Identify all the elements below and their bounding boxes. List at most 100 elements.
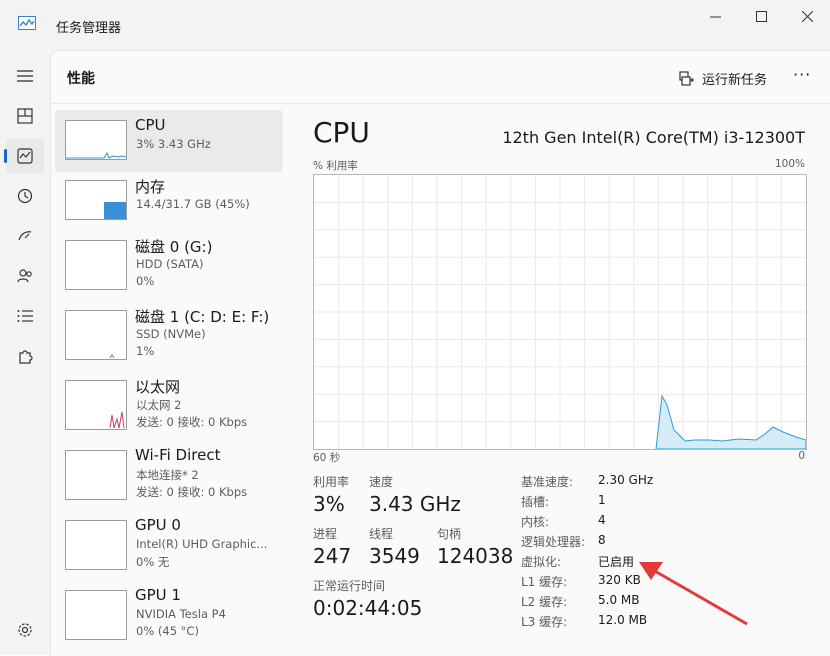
virtualization-label: 虚拟化: (521, 555, 562, 569)
device-item-cpu[interactable]: CPU 3% 3.43 GHz (55, 110, 283, 172)
device-detail: 3% 3.43 GHz (136, 137, 211, 151)
nav-details-button[interactable] (6, 298, 44, 334)
graph-y-max-label: 100% (774, 158, 805, 170)
settings-button[interactable] (6, 612, 44, 648)
sockets-label: 插槽: (521, 495, 550, 509)
device-name: GPU 0 (135, 516, 181, 534)
device-usage: 0% (136, 274, 155, 288)
graph-y-label: % 利用率 (313, 160, 358, 172)
uptime-label: 正常运行时间 (313, 579, 386, 593)
cpu-model-name: 12th Gen Intel(R) Core(TM) i3-12300T (502, 128, 805, 147)
close-icon (801, 10, 813, 22)
speed-value: 3.43 GHz (369, 492, 461, 516)
device-list: CPU 3% 3.43 GHz 内存 14.4/31.7 GB (45%) 磁盘… (51, 104, 291, 656)
threads-label: 线程 (369, 527, 394, 541)
device-name: CPU (135, 116, 166, 134)
page-header: 性能 运行新任务 ··· (51, 51, 830, 104)
device-usage: 0% 无 (136, 555, 170, 569)
startup-icon (18, 231, 32, 241)
hamburger-icon (17, 70, 33, 82)
handles-value: 124038 (437, 544, 514, 568)
base-speed-value: 2.30 GHz (598, 473, 654, 487)
speed-label: 速度 (369, 475, 394, 489)
detail-title: CPU (313, 116, 370, 149)
performance-icon (17, 148, 33, 164)
device-name: 磁盘 1 (C: D: E: F:) (135, 308, 270, 326)
device-item-gpu-1[interactable]: GPU 1 NVIDIA Tesla P4 0% (45 °C) (55, 580, 283, 642)
l2-cache-label: L2 缓存: (521, 595, 568, 609)
l1-cache-label: L1 缓存: (521, 575, 568, 589)
content-panel: 性能 运行新任务 ··· CPU 3% 3.43 GHz 内存 14.4/31.… (50, 50, 830, 656)
more-options-button[interactable]: ··· (793, 65, 811, 84)
run-new-task-label: 运行新任务 (702, 72, 768, 88)
nav-services-button[interactable] (6, 338, 44, 374)
utilization-value: 3% (313, 492, 345, 516)
graph-time-end-label: 0 (798, 450, 805, 462)
minimize-button[interactable] (692, 0, 738, 32)
nav-app-history-button[interactable] (6, 178, 44, 214)
users-icon (17, 269, 32, 283)
device-throughput: 发送: 0 接收: 0 Kbps (136, 415, 248, 429)
hamburger-menu-button[interactable] (6, 58, 44, 94)
device-item-wifi-direct[interactable]: Wi-Fi Direct 本地连接* 2 发送: 0 接收: 0 Kbps (55, 440, 283, 502)
graph-time-start-label: 60 秒 (313, 452, 341, 464)
device-item-disk-0[interactable]: 磁盘 0 (G:) HDD (SATA) 0% (55, 230, 283, 292)
device-name: 内存 (135, 178, 166, 196)
gpu1-thumbnail-graph (65, 590, 127, 640)
title-bar: 任务管理器 (0, 0, 830, 50)
utilization-label: 利用率 (313, 475, 350, 489)
cores-value: 4 (598, 513, 606, 527)
page-title: 性能 (67, 71, 95, 87)
device-detail: 本地连接* 2 (136, 468, 199, 482)
disk1-thumbnail-graph (65, 310, 127, 360)
close-button[interactable] (784, 0, 830, 32)
device-detail: HDD (SATA) (136, 257, 204, 271)
maximize-button[interactable] (738, 0, 784, 32)
logical-processors-value: 8 (598, 533, 606, 547)
nav-performance-button[interactable] (4, 138, 44, 174)
cores-label: 内核: (521, 515, 550, 529)
ethernet-thumbnail-graph (65, 380, 127, 430)
nav-startup-button[interactable] (6, 218, 44, 254)
base-speed-label: 基准速度: (521, 475, 574, 489)
processes-icon (17, 108, 33, 124)
device-detail: 以太网 2 (136, 398, 182, 412)
memory-thumbnail-graph (65, 180, 127, 220)
task-manager-window: 任务管理器 性能 运行新任务 ··· CPU 3% 3.43 GHz 内存 14… (0, 0, 830, 656)
task-manager-app-icon (18, 16, 36, 30)
device-usage: 0% (45 °C) (136, 624, 199, 638)
history-icon (17, 188, 33, 204)
device-name: 磁盘 0 (G:) (135, 238, 213, 256)
nav-users-button[interactable] (6, 258, 44, 294)
cpu-thumbnail-graph (65, 120, 127, 160)
gpu0-thumbnail-graph (65, 520, 127, 570)
handles-label: 句柄 (437, 527, 462, 541)
services-puzzle-icon (19, 350, 33, 364)
annotation-arrow (639, 562, 748, 626)
device-item-memory[interactable]: 内存 14.4/31.7 GB (45%) (55, 170, 283, 232)
processes-value: 247 (313, 544, 352, 568)
details-list-icon (17, 310, 33, 322)
device-detail: SSD (NVMe) (136, 327, 206, 341)
logical-processors-label: 逻辑处理器: (521, 535, 586, 549)
gear-icon (18, 623, 32, 637)
cpu-detail-pane: CPU 12th Gen Intel(R) Core(TM) i3-12300T… (291, 104, 830, 656)
device-item-ethernet[interactable]: 以太网 以太网 2 发送: 0 接收: 0 Kbps (55, 370, 283, 432)
device-throughput: 发送: 0 接收: 0 Kbps (136, 485, 248, 499)
device-item-gpu-0[interactable]: GPU 0 Intel(R) UHD Graphic... 0% 无 (55, 510, 283, 572)
nav-processes-button[interactable] (6, 98, 44, 134)
wifi-direct-thumbnail-graph (65, 450, 127, 500)
device-detail: 14.4/31.7 GB (45%) (136, 197, 250, 211)
l3-cache-label: L3 缓存: (521, 615, 568, 629)
disk0-thumbnail-graph (65, 240, 127, 290)
run-new-task-button[interactable]: 运行新任务 (679, 69, 768, 88)
device-name: 以太网 (135, 378, 181, 396)
run-task-icon (679, 70, 694, 86)
device-name: GPU 1 (135, 586, 181, 604)
device-usage: 1% (136, 344, 155, 358)
sockets-value: 1 (598, 493, 606, 507)
processes-label: 进程 (313, 527, 338, 541)
navigation-rail (0, 50, 50, 655)
threads-value: 3549 (369, 544, 420, 568)
device-item-disk-1[interactable]: 磁盘 1 (C: D: E: F:) SSD (NVMe) 1% (55, 300, 283, 362)
